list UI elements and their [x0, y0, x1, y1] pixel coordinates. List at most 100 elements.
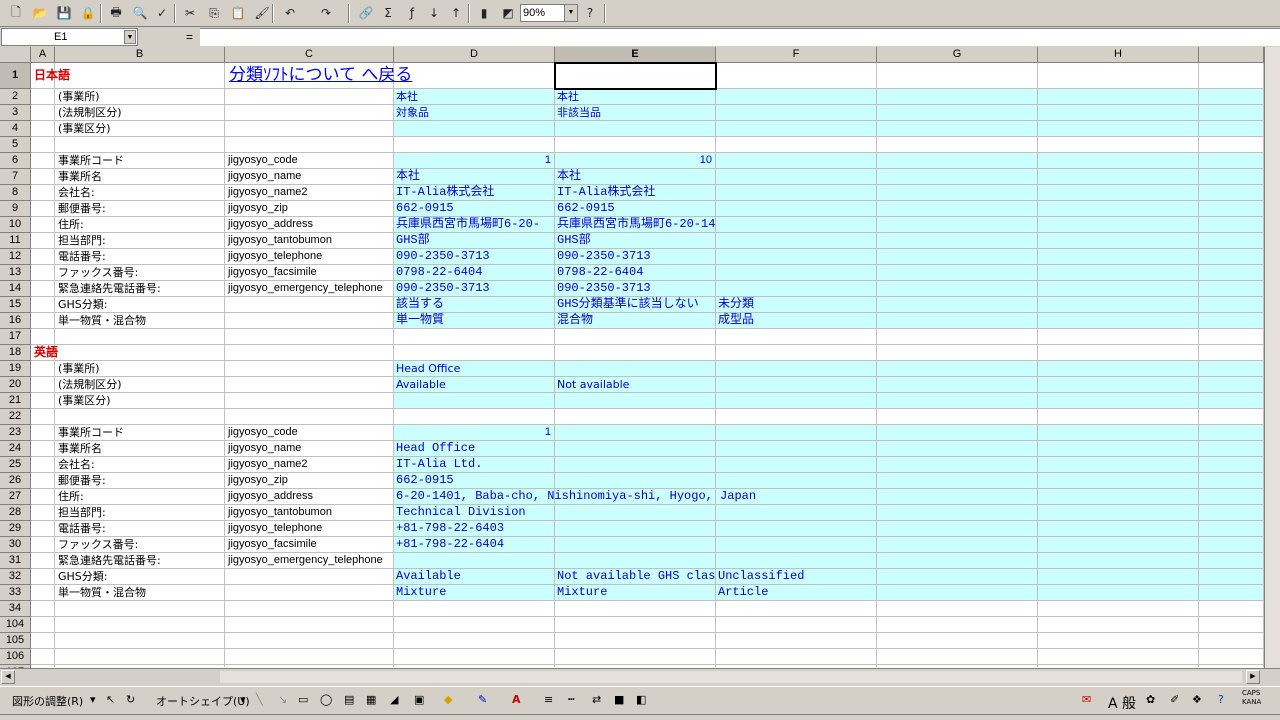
cut-icon[interactable]: ✂ — [180, 3, 200, 23]
value-cell-d[interactable]: 本社 — [396, 169, 420, 184]
row-header-105[interactable]: 105 — [0, 633, 31, 649]
arrow-tool-icon[interactable]: ↘ — [278, 693, 287, 706]
column-header-d[interactable]: D — [394, 47, 555, 63]
print-icon[interactable]: 🖶 — [106, 3, 126, 23]
value-cell-d[interactable]: 該当する — [396, 297, 444, 312]
row-header-5[interactable]: 5 — [0, 137, 31, 153]
diagram-tool-icon[interactable]: ◢ — [390, 693, 398, 706]
column-header-f[interactable]: F — [716, 47, 877, 63]
scroll-left-icon[interactable]: ◀ — [1, 670, 15, 684]
row-header-22[interactable]: 22 — [0, 409, 31, 425]
value-cell-e[interactable]: 10 — [555, 153, 712, 168]
zoom-box[interactable]: 90% ▼ — [520, 4, 578, 22]
redo-icon[interactable]: ↷ — [316, 3, 336, 23]
font-color-icon[interactable]: A — [512, 693, 521, 706]
value-cell-e[interactable]: 090-2350-3713 — [557, 281, 716, 296]
value-cell-e[interactable]: 本社 — [557, 89, 716, 104]
clipart-tool-icon[interactable]: ▣ — [414, 693, 424, 706]
value-cell-d[interactable]: +81-798-22-6404 — [396, 537, 504, 552]
free-rotate-icon[interactable]: ↻ — [126, 693, 135, 706]
draw-menu-arrow-icon[interactable]: ▾ — [90, 693, 96, 706]
function-icon[interactable]: ƒ — [402, 3, 422, 23]
ime-mode-icon[interactable]: ✉ — [1082, 693, 1091, 706]
row-header-23[interactable]: 23 — [0, 425, 31, 441]
print-preview-icon[interactable]: 🔍 — [130, 3, 150, 23]
value-cell-d[interactable]: 0798-22-6404 — [396, 265, 482, 280]
value-cell-d[interactable]: Head Office — [396, 361, 460, 376]
select-all-corner[interactable] — [0, 47, 31, 63]
row-header-4[interactable]: 4 — [0, 121, 31, 137]
chart-wizard-icon[interactable]: ▮ — [474, 3, 494, 23]
row-header-21[interactable]: 21 — [0, 393, 31, 409]
row-header-30[interactable]: 30 — [0, 537, 31, 553]
value-cell-d[interactable]: 兵庫県西宮市馬場町6-20- — [396, 217, 540, 232]
row-header-104[interactable]: 104 — [0, 617, 31, 633]
row-header-13[interactable]: 13 — [0, 265, 31, 281]
value-cell-d[interactable]: Head Office — [396, 441, 475, 456]
scroll-right-icon[interactable]: ▶ — [1246, 670, 1260, 684]
value-cell-d[interactable]: 090-2350-3713 — [396, 281, 490, 296]
formula-input[interactable] — [200, 28, 1280, 46]
row-header-19[interactable]: 19 — [0, 361, 31, 377]
value-cell-f[interactable]: Unclassified — [718, 569, 804, 584]
ime-dictionary-icon[interactable]: ✿ — [1146, 693, 1155, 706]
row-header-33[interactable]: 33 — [0, 585, 31, 601]
row-header-20[interactable]: 20 — [0, 377, 31, 393]
column-header-g[interactable]: G — [877, 47, 1038, 63]
row-header-11[interactable]: 11 — [0, 233, 31, 249]
value-cell-d[interactable]: 1 — [394, 153, 551, 168]
value-cell-e[interactable]: GHS部 — [557, 233, 716, 248]
ime-tools-icon[interactable]: ❖ — [1192, 693, 1202, 706]
autosum-icon[interactable]: Σ — [378, 3, 398, 23]
row-header-31[interactable]: 31 — [0, 553, 31, 569]
column-header-h[interactable]: H — [1038, 47, 1199, 63]
row-header-14[interactable]: 14 — [0, 281, 31, 297]
select-objects-icon[interactable]: ↖ — [106, 693, 115, 706]
rectangle-tool-icon[interactable]: ▭ — [298, 693, 308, 706]
value-cell-e[interactable]: 非該当品 — [557, 105, 716, 120]
value-cell-e[interactable]: 0798-22-6404 — [557, 265, 716, 280]
row-header-27[interactable]: 27 — [0, 489, 31, 505]
permission-icon[interactable]: 🔒 — [78, 3, 98, 23]
drawing-icon[interactable]: ◩ — [498, 3, 518, 23]
line-color-icon[interactable]: ✎ — [478, 693, 487, 706]
autoshapes-arrow-icon[interactable]: ▾ — [240, 693, 246, 706]
copy-icon[interactable]: ⎘ — [204, 3, 224, 23]
ime-help-icon[interactable]: ? — [1218, 693, 1224, 706]
row-header-8[interactable]: 8 — [0, 185, 31, 201]
value-cell-d[interactable]: 本社 — [396, 89, 418, 104]
row-header-7[interactable]: 7 — [0, 169, 31, 185]
value-cell-d[interactable]: IT-Alia Ltd. — [396, 457, 482, 472]
row-header-6[interactable]: 6 — [0, 153, 31, 169]
value-cell-e[interactable]: Mixture — [557, 585, 716, 600]
line-style-icon[interactable]: ≡ — [544, 693, 553, 706]
value-cell-f[interactable]: 未分類 — [718, 297, 754, 312]
value-cell-e[interactable]: Not available GHS class — [557, 569, 716, 584]
row-header-12[interactable]: 12 — [0, 249, 31, 265]
value-cell-f[interactable]: 成型品 — [718, 313, 754, 328]
zoom-dropdown-icon[interactable]: ▼ — [564, 5, 577, 21]
column-header-a[interactable]: A — [31, 47, 55, 63]
active-cell-e1[interactable] — [554, 62, 717, 90]
open-icon[interactable]: 📂 — [30, 3, 50, 23]
value-cell-d[interactable]: 662-0915 — [396, 473, 454, 488]
row-header-32[interactable]: 32 — [0, 569, 31, 585]
name-box-dropdown-icon[interactable]: ▼ — [124, 30, 136, 44]
row-header-25[interactable]: 25 — [0, 457, 31, 473]
oval-tool-icon[interactable]: ◯ — [320, 693, 332, 706]
ime-input-mode[interactable]: A 般 — [1108, 693, 1136, 713]
draw-menu[interactable]: 図形の調整(R) — [12, 693, 83, 709]
value-cell-d[interactable]: IT-Alia株式会社 — [396, 185, 494, 200]
dash-style-icon[interactable]: ┅ — [568, 693, 575, 706]
row-header-17[interactable]: 17 — [0, 329, 31, 345]
column-header-i[interactable] — [1199, 47, 1264, 63]
row-header-26[interactable]: 26 — [0, 473, 31, 489]
back-to-classification-link[interactable]: 分類ｿﾌﾄについて へ戻る — [229, 65, 412, 85]
row-header-34[interactable]: 34 — [0, 601, 31, 617]
value-cell-e[interactable]: GHS分類基準に該当しない — [557, 297, 716, 312]
fill-color-icon[interactable]: ◆ — [444, 693, 452, 706]
value-cell-e[interactable]: 090-2350-3713 — [557, 249, 716, 264]
value-cell-d[interactable]: +81-798-22-6403 — [396, 521, 504, 536]
name-box[interactable]: E1 ▼ — [1, 28, 138, 46]
value-cell-d[interactable]: Available — [396, 377, 446, 392]
